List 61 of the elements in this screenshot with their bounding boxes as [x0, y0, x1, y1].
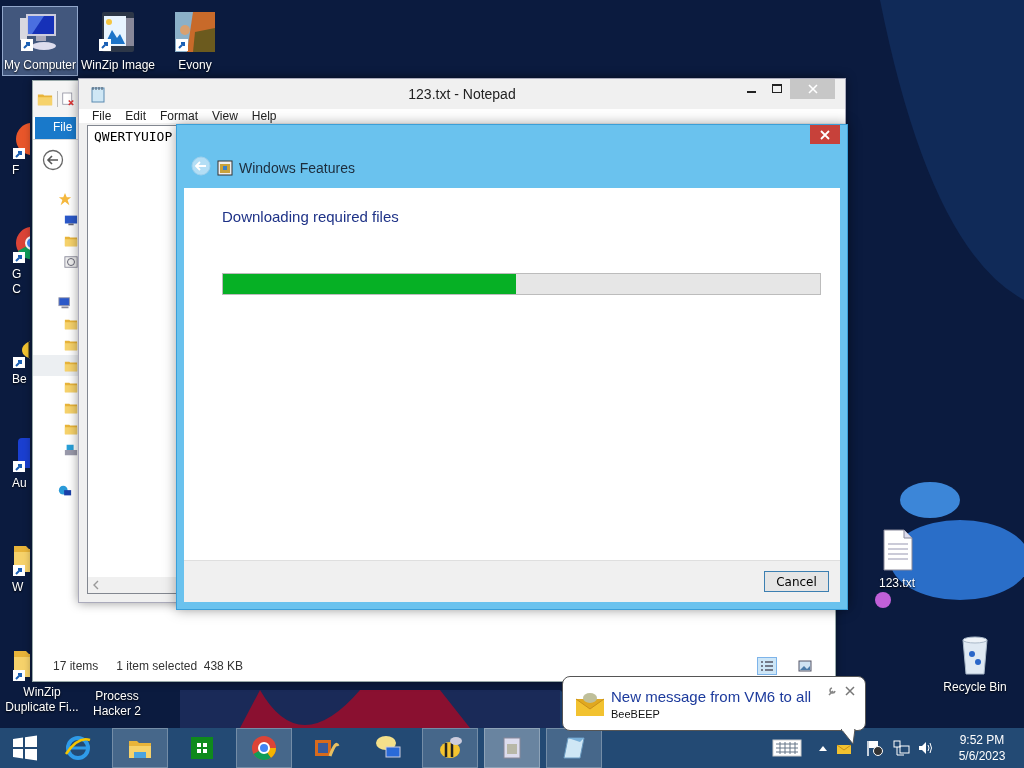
ribbon-tab[interactable]: File: [35, 117, 77, 139]
desktop-icon-label[interactable]: Evony: [178, 58, 212, 73]
notification-title: New message from VM6 to all: [611, 687, 812, 705]
desktop-icon-label[interactable]: Recycle Bin: [943, 680, 1007, 695]
desktop-icon-label[interactable]: F: [12, 163, 20, 178]
thumbnail-view-button[interactable]: [795, 657, 815, 675]
status-message: Downloading required files: [222, 208, 400, 225]
flag-icon[interactable]: [866, 739, 884, 757]
window-title: 123.txt - Notepad: [408, 86, 516, 102]
keyboard-icon[interactable]: [772, 739, 802, 757]
store-icon: [188, 734, 216, 762]
painting-icon[interactable]: [173, 10, 217, 54]
desktop-icon-label[interactable]: G C: [12, 267, 22, 297]
notification-toast[interactable]: New message from VM6 to all BeeBEEP: [562, 676, 866, 731]
notepad-icon[interactable]: [89, 85, 107, 103]
drive-icon: [64, 442, 78, 457]
image-icon: [798, 660, 812, 672]
wrench-icon[interactable]: [827, 686, 837, 696]
desktop-icon-label[interactable]: W: [12, 580, 24, 595]
envelope-icon: [575, 690, 605, 717]
browser-icon: [64, 734, 92, 762]
menu-item[interactable]: File: [85, 109, 119, 123]
clock[interactable]: 9:52 PM 5/6/2023: [950, 732, 1014, 764]
desktop-icon-label[interactable]: Be: [12, 372, 27, 387]
back-icon[interactable]: [42, 149, 64, 171]
close-icon[interactable]: [845, 686, 855, 696]
menu-item[interactable]: Help: [244, 109, 284, 123]
selection-status: 1 item selected 438 KB: [116, 659, 244, 673]
menu-item[interactable]: Format: [153, 109, 206, 123]
caret-up-icon[interactable]: [818, 744, 828, 752]
taskbar-button[interactable]: [546, 728, 602, 768]
computer-icon: [58, 295, 72, 310]
close-icon: [820, 129, 830, 140]
network-icon: [58, 483, 72, 498]
desktop-icon-label[interactable]: Au: [12, 476, 27, 491]
cancel-button[interactable]: Cancel: [764, 571, 829, 592]
close-icon: [807, 84, 818, 94]
minimize-icon: [746, 91, 756, 93]
details-view-button[interactable]: [757, 657, 777, 675]
dialog-title: Windows Features: [239, 160, 355, 176]
menu-item[interactable]: Edit: [118, 109, 154, 123]
windows-logo-icon: [12, 735, 38, 761]
app-name: BeeBEEP: [611, 707, 661, 720]
notepad-icon: [560, 734, 588, 762]
desktop-icon-label[interactable]: Process Hacker 2: [93, 689, 141, 719]
maximize-icon: [772, 84, 782, 94]
close-button[interactable]: [810, 125, 840, 144]
menu-item[interactable]: View: [205, 109, 245, 123]
desktop-icon-label[interactable]: WinZip Image: [81, 58, 155, 73]
window-app-icon: [217, 160, 233, 176]
taskbar-button[interactable]: [422, 728, 478, 768]
round-logo-icon: [250, 734, 278, 762]
item-count: 17 items: [53, 659, 99, 673]
star-icon: [58, 191, 72, 206]
properties-icon[interactable]: [62, 92, 74, 106]
desktop-icon-label[interactable]: WinZip Duplicate Fi...: [5, 685, 79, 715]
speaker-icon[interactable]: [918, 740, 934, 756]
list-icon: [760, 660, 774, 672]
network-icon[interactable]: [892, 739, 910, 757]
text-content[interactable]: QWERTYUIOP: [94, 129, 173, 144]
desktop-icon-label[interactable]: My Computer: [4, 58, 76, 73]
